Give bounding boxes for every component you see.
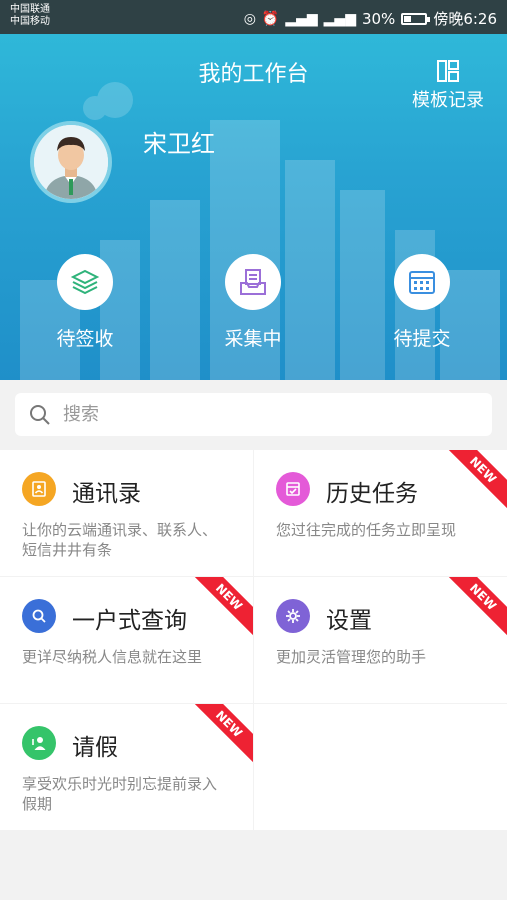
signal-icon-2: ▂▄▆: [323, 10, 356, 27]
carrier-1: 中国联通: [10, 4, 50, 15]
card-title: 设置: [326, 608, 372, 634]
contacts-icon: [22, 472, 56, 506]
card-description: 享受欢乐时光时别忘提前录入假期: [22, 775, 218, 813]
status-icons: ◎ ⏰ ▂▄▆ ▂▄▆ 30% 傍晚6:26: [244, 8, 497, 29]
quick-action-label: 待提交: [393, 328, 451, 350]
quick-action-circle: [394, 254, 450, 310]
status-bar: 中国联通 中国移动 ◎ ⏰ ▂▄▆ ▂▄▆ 30% 傍晚6:26: [0, 0, 507, 34]
battery-icon: [401, 12, 431, 25]
clock: 傍晚6:26: [433, 10, 497, 28]
template-records-button[interactable]: 模板记录: [403, 60, 493, 112]
header-banner: 我的工作台 模板记录 宋卫红 待签收 采集中 待提交: [0, 34, 507, 380]
card-title: 一户式查询: [72, 608, 187, 634]
inbox-icon: [240, 269, 266, 295]
quick-action-collecting[interactable]: 采集中: [198, 254, 308, 351]
card-description: 让你的云端通讯录、联系人、短信井井有条: [22, 521, 218, 559]
new-badge: NEW: [189, 577, 253, 637]
search-input[interactable]: [61, 403, 445, 426]
quick-action-circle: [225, 254, 281, 310]
search-bar[interactable]: [15, 393, 492, 436]
battery-percent: 30%: [361, 9, 396, 28]
magnifier-icon: [22, 599, 56, 633]
gear-icon: [276, 599, 310, 633]
quick-action-circle: [57, 254, 113, 310]
quick-action-label: 采集中: [224, 328, 282, 350]
signal-icon: ▂▄▆: [285, 10, 318, 27]
quick-action-label: 待签收: [56, 328, 114, 350]
template-records-label: 模板记录: [412, 90, 484, 111]
card-leave[interactable]: 请假 享受欢乐时光时别忘提前录入假期 NEW: [0, 704, 253, 830]
nfc-icon: ◎: [243, 10, 256, 27]
avatar[interactable]: [30, 121, 112, 203]
calendar-icon: [409, 271, 435, 294]
card-title: 历史任务: [326, 481, 418, 507]
user-avatar-icon: [34, 125, 108, 199]
quick-action-pending-submit[interactable]: 待提交: [367, 254, 477, 351]
carrier-info: 中国联通 中国移动: [10, 4, 50, 28]
card-contacts[interactable]: 通讯录 让你的云端通讯录、联系人、短信井井有条: [0, 450, 253, 576]
layers-icon: [70, 269, 100, 295]
alarm-icon: ⏰: [261, 10, 280, 27]
layout-icon: [437, 60, 459, 82]
card-description: 您过往完成的任务立即呈现: [276, 521, 457, 539]
card-description: 更加灵活管理您的助手: [276, 648, 427, 666]
new-badge: NEW: [443, 577, 507, 637]
person-icon: [22, 726, 56, 760]
card-description: 更详尽纳税人信息就在这里: [22, 648, 203, 666]
new-badge: NEW: [189, 704, 253, 764]
card-taxpayer-query[interactable]: 一户式查询 更详尽纳税人信息就在这里 NEW: [0, 577, 253, 703]
carrier-2: 中国移动: [10, 16, 50, 27]
card-history-tasks[interactable]: 历史任务 您过往完成的任务立即呈现 NEW: [254, 450, 507, 576]
card-settings[interactable]: 设置 更加灵活管理您的助手 NEW: [254, 577, 507, 703]
card-title: 通讯录: [72, 481, 141, 507]
history-icon: [276, 472, 310, 506]
search-icon: [30, 404, 50, 425]
quick-action-pending-receipt[interactable]: 待签收: [30, 254, 140, 351]
user-name: 宋卫红: [143, 130, 215, 158]
new-badge: NEW: [443, 450, 507, 510]
empty-card-slot: [254, 704, 507, 830]
card-title: 请假: [72, 735, 118, 761]
